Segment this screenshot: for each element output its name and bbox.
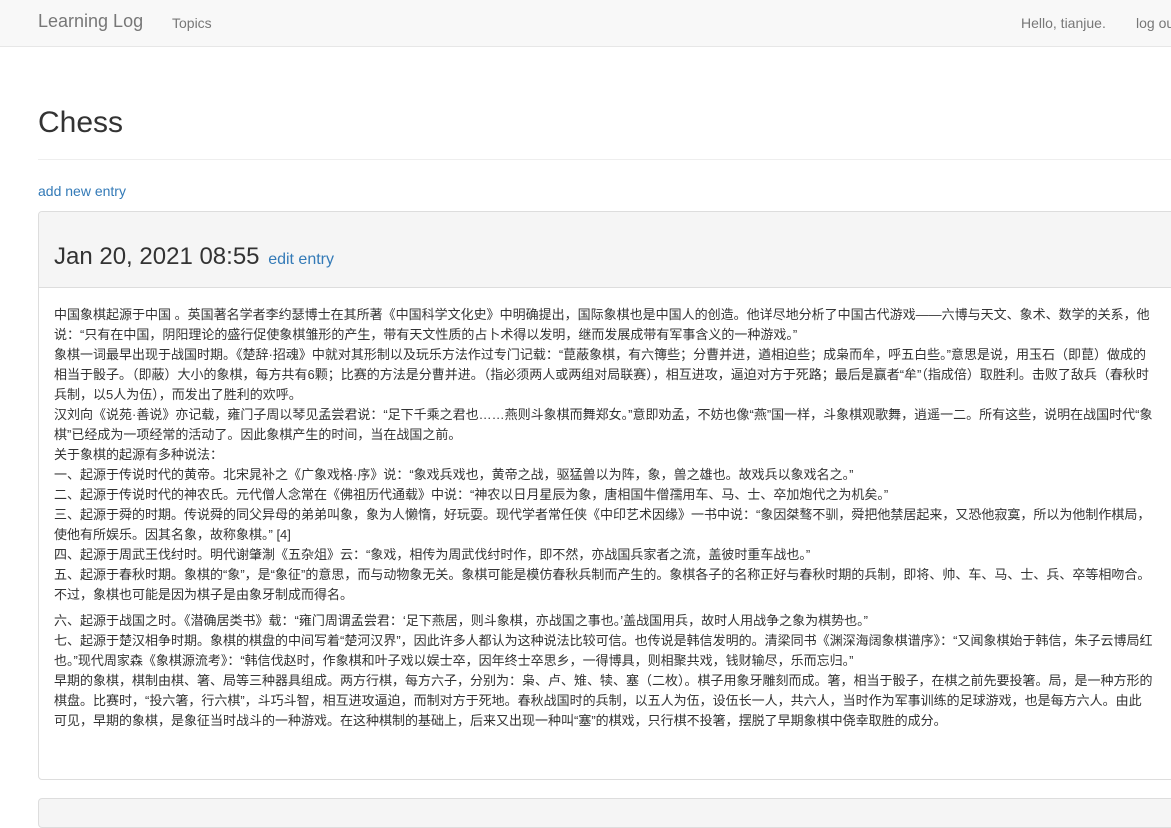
add-entry-link[interactable]: add new entry [38, 183, 126, 199]
page-title: Chess [38, 106, 124, 139]
entry-paragraph: 一、起源于传说时代的黄帝。北宋晁补之《广象戏格·序》说：“象戏兵戏也，黄帝之战，… [54, 467, 854, 482]
entry-paragraph: 二、起源于传说时代的神农氏。元代僧人念常在《佛祖历代通载》中说：“神农以日月星辰… [54, 487, 889, 502]
entry-panel: Jan 20, 2021 08:55 edit entry 中国象棋起源于中国 … [38, 211, 1171, 780]
entry-paragraph: 关于象棋的起源有多种说法： [54, 447, 224, 462]
entry-paragraph: 中国象棋起源于中国 。英国著名学者李约瑟博士在其所著《中国科学文化史》中明确提出… [54, 307, 1150, 342]
entry-paragraph: 早期的象棋，棋制由棋、箸、局等三种器具组成。两方行棋，每方六子，分别为：枭、卢、… [54, 673, 1153, 728]
title-divider [38, 159, 1171, 160]
next-entry-panel [38, 798, 1171, 828]
entry-header: Jan 20, 2021 08:55 edit entry [39, 212, 1171, 288]
entry-paragraph: 四、起源于周武王伐纣时。明代谢肇淛《五杂俎》云：“象戏，相传为周武伐纣时作，即不… [54, 547, 811, 562]
nav-topics-link[interactable]: Topics [172, 15, 212, 31]
brand-link[interactable]: Learning Log [38, 11, 143, 32]
entry-date-heading: Jan 20, 2021 08:55 edit entry [54, 243, 334, 271]
entry-paragraph: 七、起源于楚汉相争时期。象棋的棋盘的中间写着“楚河汉界”，因此许多人都认为这种说… [54, 633, 1153, 668]
navbar: Learning Log Topics Hello, tianjue. log … [0, 0, 1171, 47]
entry-paragraph: 六、起源于战国之时。《潜确居类书》载：“雍门周谓孟尝君：‘足下燕居，则斗象棋，亦… [54, 613, 868, 628]
entry-date: Jan 20, 2021 08:55 [54, 243, 260, 270]
user-greeting: Hello, tianjue. [1021, 15, 1106, 31]
entry-paragraph: 象棋一词最早出现于战国时期。《楚辞·招魂》中就对其形制以及玩乐方法作过专门记载：… [54, 347, 1149, 402]
entry-paragraph: 三、起源于舜的时期。传说舜的同父异母的弟弟叫象，象为人懒惰，好玩耍。现代学者常任… [54, 507, 1151, 542]
edit-entry-link[interactable]: edit entry [268, 251, 334, 268]
entry-body: 中国象棋起源于中国 。英国著名学者李约瑟博士在其所著《中国科学文化史》中明确提出… [54, 305, 1154, 731]
entry-paragraph: 汉刘向《说苑·善说》亦记载，雍门子周以琴见孟尝君说：“足下千乘之君也……燕则斗象… [54, 407, 1153, 442]
logout-link[interactable]: log out [1136, 15, 1171, 31]
entry-paragraph: 五、起源于春秋时期。象棋的“象”，是“象征”的意思，而与动物象无关。象棋可能是模… [54, 567, 1151, 602]
